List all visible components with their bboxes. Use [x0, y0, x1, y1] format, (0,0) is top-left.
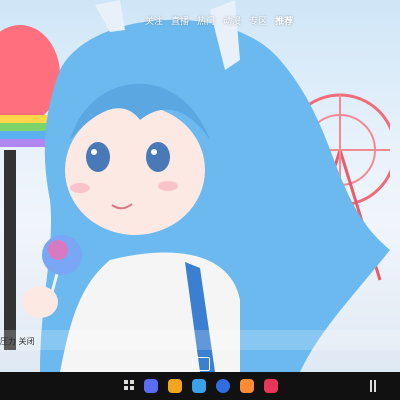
- notes-icon[interactable]: [192, 379, 206, 393]
- recent-apps-icon[interactable]: [370, 380, 376, 392]
- messages-icon[interactable]: [216, 379, 230, 393]
- top-tab-bar: 关注 直播 热门 动漫 专区 推荐: [145, 14, 293, 27]
- wallpaper-screen: 关注 直播 热门 动漫 专区 推荐 压力 关闭: [0, 0, 400, 372]
- anime-girl-illustration: [0, 0, 400, 372]
- camera-icon[interactable]: [264, 379, 278, 393]
- tab-anime[interactable]: 动漫: [223, 14, 241, 27]
- tab-zone[interactable]: 专区: [249, 14, 267, 27]
- browser-icon[interactable]: [144, 379, 158, 393]
- tab-recommend[interactable]: 推荐: [275, 14, 293, 27]
- caption-text: 压力 关闭: [0, 337, 35, 346]
- screen-toggle-icon[interactable]: [192, 357, 210, 371]
- tab-follow[interactable]: 关注: [145, 14, 163, 27]
- gallery-icon[interactable]: [240, 379, 254, 393]
- app-drawer-icon[interactable]: [124, 380, 136, 392]
- folder-icon[interactable]: [168, 379, 182, 393]
- tab-live[interactable]: 直播: [171, 14, 189, 27]
- tab-hot[interactable]: 热门: [197, 14, 215, 27]
